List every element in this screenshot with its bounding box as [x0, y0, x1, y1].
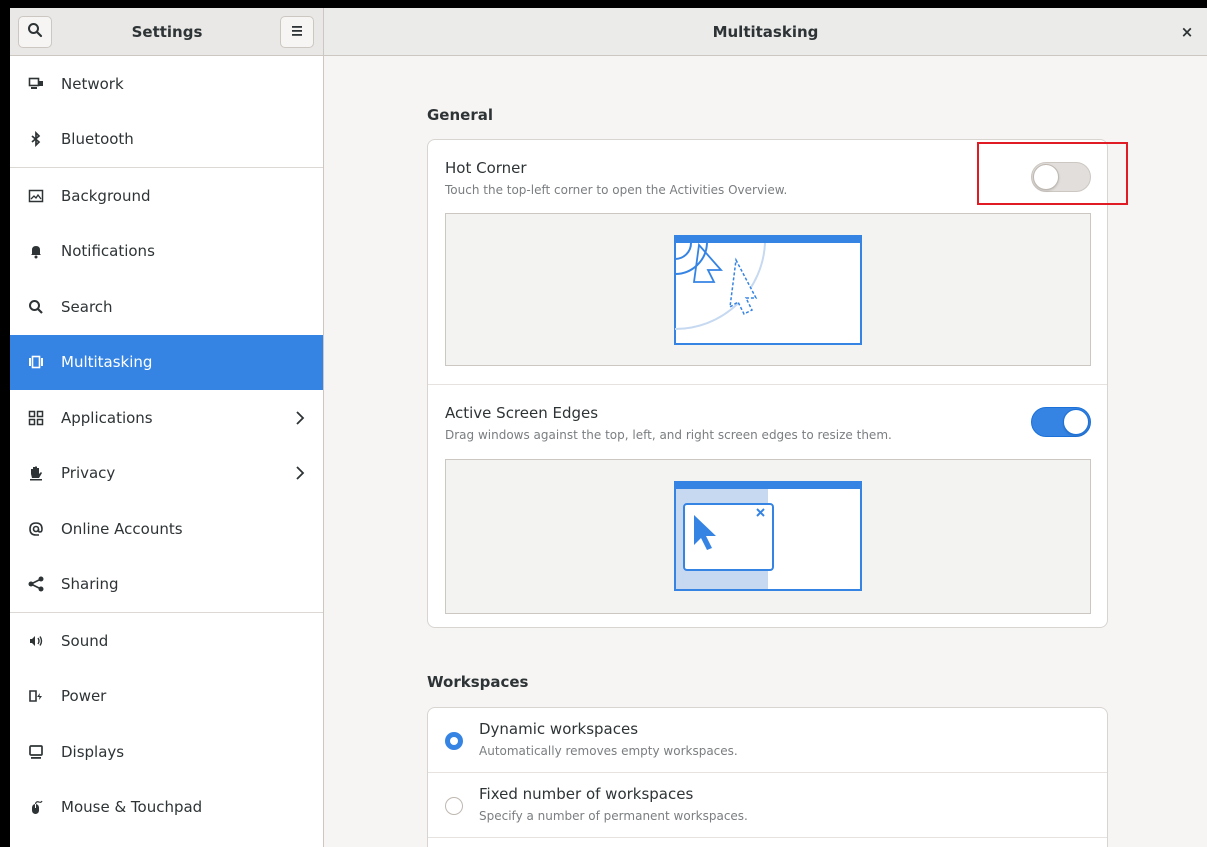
sidebar-item-label: Bluetooth	[61, 130, 134, 149]
fixed-workspaces-subtitle: Specify a number of permanent workspaces…	[479, 809, 748, 823]
general-card: Hot Corner Touch the top-left corner to …	[427, 139, 1108, 628]
sidebar-item-mouse-touchpad[interactable]: Mouse & Touchpad	[10, 780, 323, 836]
card-divider	[428, 837, 1107, 838]
sidebar-title: Settings	[131, 23, 203, 41]
hot-corner-illustration	[674, 235, 862, 345]
sidebar-item-label: Online Accounts	[61, 519, 183, 538]
multitasking-icon	[27, 353, 45, 371]
sidebar-item-label: Power	[61, 687, 107, 706]
sidebar-item-sharing[interactable]: Sharing	[10, 557, 323, 613]
hamburger-icon	[290, 23, 304, 41]
menu-button[interactable]	[280, 16, 314, 48]
sidebar-item-label: Notifications	[61, 242, 155, 261]
display-icon	[27, 743, 45, 761]
chevron-right-icon	[295, 465, 305, 481]
sidebar-item-displays[interactable]: Displays	[10, 724, 323, 780]
network-icon	[27, 75, 45, 93]
hot-corner-highlight-box	[977, 142, 1128, 205]
sidebar-item-label: Sharing	[61, 575, 119, 594]
close-icon: ×	[1180, 23, 1194, 41]
sidebar-item-background[interactable]: Background	[10, 168, 323, 224]
speaker-icon	[27, 632, 45, 650]
dynamic-workspaces-subtitle: Automatically removes empty workspaces.	[479, 744, 738, 758]
search-icon	[27, 22, 43, 42]
hand-icon	[27, 464, 45, 482]
fixed-workspaces-radio[interactable]	[445, 797, 463, 815]
chevron-right-icon	[295, 410, 305, 426]
bell-icon	[27, 242, 45, 260]
dynamic-workspaces-option[interactable]: Dynamic workspaces Automatically removes…	[428, 708, 1107, 772]
card-divider	[428, 384, 1107, 385]
at-icon	[27, 520, 45, 538]
bluetooth-icon	[27, 130, 45, 148]
main-content: General Hot Corner Touch the top-left co…	[324, 56, 1207, 847]
sidebar-item-sound[interactable]: Sound	[10, 613, 323, 669]
search-icon	[27, 298, 45, 316]
sidebar-item-label: Applications	[61, 408, 153, 427]
sidebar-item-privacy[interactable]: Privacy	[10, 446, 323, 502]
sidebar-item-label: Multitasking	[61, 353, 153, 372]
sidebar-item-network[interactable]: Network	[10, 56, 323, 112]
workspaces-card: Dynamic workspaces Automatically removes…	[427, 707, 1108, 847]
background-icon	[27, 187, 45, 205]
page-title: Multitasking	[712, 23, 819, 41]
sidebar-item-label: Displays	[61, 742, 125, 761]
content-headerbar: Multitasking ×	[324, 8, 1207, 56]
sidebar-item-label: Mouse & Touchpad	[61, 798, 203, 817]
active-edges-title: Active Screen Edges	[445, 404, 599, 422]
sidebar-item-notifications[interactable]: Notifications	[10, 224, 323, 280]
sidebar: Network Bluetooth Background Notificatio…	[10, 56, 324, 847]
mouse-icon	[27, 798, 45, 816]
close-button[interactable]: ×	[1175, 20, 1199, 44]
active-edges-subtitle: Drag windows against the top, left, and …	[445, 428, 892, 442]
fixed-workspaces-title: Fixed number of workspaces	[479, 785, 694, 803]
sidebar-item-search[interactable]: Search	[10, 279, 323, 335]
sidebar-item-multitasking[interactable]: Multitasking	[10, 334, 323, 390]
active-edges-preview	[445, 459, 1091, 614]
applications-icon	[27, 409, 45, 427]
sidebar-item-label: Sound	[61, 631, 109, 650]
sidebar-item-online-accounts[interactable]: Online Accounts	[10, 501, 323, 557]
sidebar-item-label: Network	[61, 74, 124, 93]
sidebar-headerbar: Settings	[10, 8, 324, 56]
fixed-workspaces-option[interactable]: Fixed number of workspaces Specify a num…	[428, 773, 1107, 837]
sidebar-item-label: Background	[61, 186, 151, 205]
share-icon	[27, 575, 45, 593]
sidebar-item-label: Search	[61, 297, 113, 316]
sidebar-item-applications[interactable]: Applications	[10, 390, 323, 446]
settings-window: Settings Multitasking × Network Bluetoot…	[10, 8, 1207, 847]
general-heading: General	[427, 106, 493, 124]
active-edges-illustration	[674, 481, 862, 591]
hot-corner-title: Hot Corner	[445, 159, 527, 177]
switch-knob	[1063, 409, 1089, 435]
workspaces-heading: Workspaces	[427, 673, 529, 691]
dynamic-workspaces-radio[interactable]	[445, 732, 463, 750]
sidebar-item-label: Privacy	[61, 464, 116, 483]
hot-corner-subtitle: Touch the top-left corner to open the Ac…	[445, 183, 788, 197]
sidebar-item-bluetooth[interactable]: Bluetooth	[10, 112, 323, 168]
hot-corner-preview	[445, 213, 1091, 366]
sidebar-item-power[interactable]: Power	[10, 669, 323, 725]
power-icon	[27, 687, 45, 705]
dynamic-workspaces-title: Dynamic workspaces	[479, 720, 639, 738]
active-edges-switch[interactable]	[1031, 407, 1091, 437]
search-button[interactable]	[18, 16, 52, 48]
